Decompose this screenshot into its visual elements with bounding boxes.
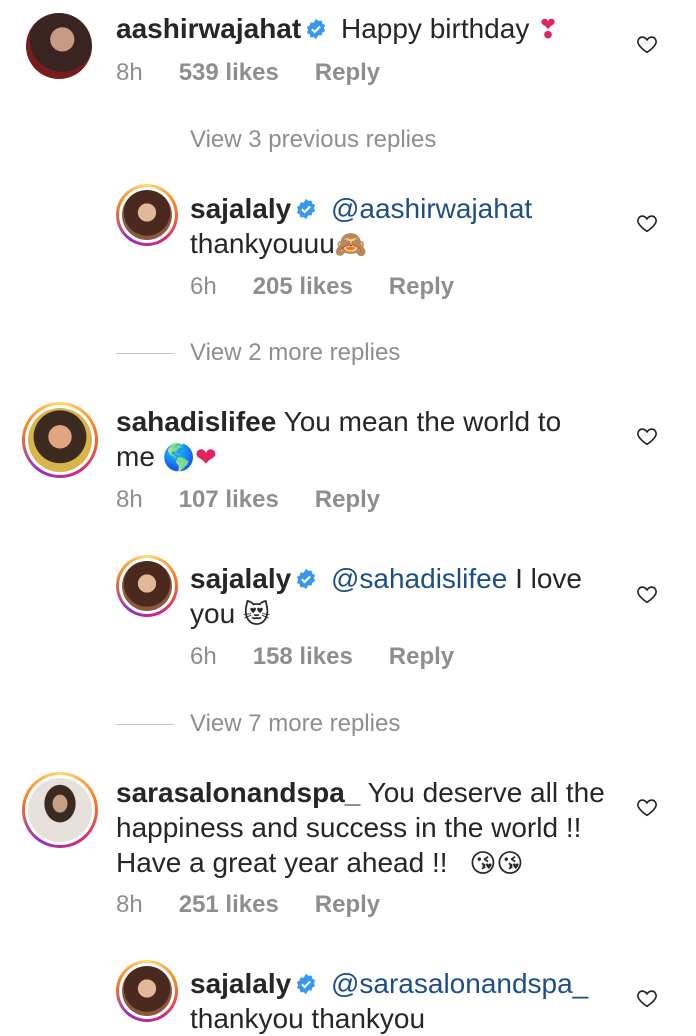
comment-body-line3: Have a great year ahead !! 😘😘 (116, 845, 524, 882)
avatar[interactable] (116, 184, 178, 246)
avatar-image (122, 561, 172, 611)
comment-time: 6h (190, 273, 217, 300)
comment-meta: 8h 107 likes Reply (116, 486, 416, 514)
comment-body: sajalaly @aashirwajahat (190, 191, 532, 226)
reply-button[interactable]: Reply (315, 486, 380, 513)
reply-button[interactable]: Reply (389, 273, 454, 300)
username[interactable]: sarasalonandspa_ (116, 777, 360, 808)
view-more-replies[interactable]: View 2 more replies (116, 339, 400, 367)
heart-outline-icon[interactable] (636, 212, 658, 234)
avatar[interactable] (116, 555, 178, 617)
heart-outline-icon[interactable] (636, 33, 658, 55)
comment-time: 8h (116, 891, 143, 918)
avatar-image (28, 408, 92, 472)
comment-meta: 8h 539 likes Reply (116, 59, 416, 87)
comment-text: thankyouuu (190, 228, 335, 259)
comment-meta: 8h 251 likes Reply (116, 891, 416, 919)
likes-count[interactable]: 539 likes (179, 59, 279, 86)
comment-text-2: happiness and success in the world !! (116, 812, 582, 843)
avatar[interactable] (22, 772, 98, 848)
username[interactable]: sahadislifee (116, 406, 276, 437)
comment-body: aashirwajahat Happy birthday ❣ (116, 11, 559, 48)
avatar[interactable] (22, 402, 98, 478)
username[interactable]: sajalaly (190, 968, 291, 999)
avatar-image (122, 966, 172, 1016)
comment-body: sarasalonandspa_ You deserve all the (116, 775, 605, 810)
comment-text: Happy birthday (340, 13, 530, 44)
verified-badge-icon (297, 568, 316, 590)
comment-time: 6h (190, 643, 217, 670)
view-replies-label: View 7 more replies (190, 710, 401, 737)
comment-text-3: Have a great year ahead !! (116, 847, 448, 878)
mention-link[interactable]: @aashirwajahat (331, 193, 532, 224)
verified-badge-icon (297, 973, 316, 995)
comment-time: 8h (116, 486, 143, 513)
heart-outline-icon[interactable] (636, 583, 658, 605)
globe-heart-emoji: 🌎❤ (162, 443, 217, 473)
comment-text: thankyou thankyou (190, 1003, 426, 1034)
comment-body: sahadislifee You mean the world to (116, 404, 561, 439)
monkey-emoji: 🙈 (334, 230, 368, 260)
comment-text: You deserve all the (367, 777, 605, 808)
thread-line (116, 353, 174, 355)
verified-badge-icon (297, 198, 316, 220)
reply-button[interactable]: Reply (315, 59, 380, 86)
verified-badge-icon (307, 18, 326, 40)
heart-outline-icon[interactable] (636, 796, 658, 818)
heart-exclamation-emoji: ❣ (537, 15, 559, 45)
likes-count[interactable]: 107 likes (179, 486, 279, 513)
likes-count[interactable]: 158 likes (253, 643, 353, 670)
username[interactable]: sajalaly (190, 193, 291, 224)
comment-time: 8h (116, 59, 143, 86)
thread-line (116, 724, 174, 726)
comment-body-line2: happiness and success in the world !! (116, 810, 581, 845)
avatar-image (122, 190, 172, 240)
comment-meta: 6h 158 likes Reply (190, 643, 490, 671)
comment-body: sajalaly @sahadislifee I love (190, 561, 582, 596)
likes-count[interactable]: 205 likes (253, 273, 353, 300)
comment-text: You mean the world to (283, 406, 562, 437)
comment-body: sajalaly @sarasalonandspa_ (190, 966, 588, 1001)
comment-body-line2: me 🌎❤ (116, 439, 217, 476)
avatar[interactable] (26, 13, 92, 79)
comment-text: I love (515, 563, 583, 594)
reply-button[interactable]: Reply (389, 643, 454, 670)
comment-body-line2: thankyou thankyou (190, 1001, 425, 1036)
heart-outline-icon[interactable] (636, 425, 658, 447)
username[interactable]: sajalaly (190, 563, 291, 594)
view-previous-replies[interactable]: View 3 previous replies (190, 126, 436, 154)
avatar[interactable] (116, 960, 178, 1022)
reply-button[interactable]: Reply (315, 891, 380, 918)
likes-count[interactable]: 251 likes (179, 891, 279, 918)
comment-body-line2: thankyouuu🙈 (190, 226, 367, 263)
mention-link[interactable]: @sahadislifee (331, 563, 507, 594)
heart-outline-icon[interactable] (636, 987, 658, 1009)
comment-body-line2: you 😻 (190, 596, 270, 633)
view-more-replies[interactable]: View 7 more replies (116, 710, 400, 738)
kiss-face-emoji: 😘😘 (469, 849, 524, 879)
mention-link[interactable]: @sarasalonandspa_ (331, 968, 588, 999)
avatar-image (26, 13, 92, 79)
comment-meta: 6h 205 likes Reply (190, 273, 490, 301)
avatar-image (28, 778, 92, 842)
comment-text-2: me (116, 441, 155, 472)
comment-text-2: you (190, 598, 236, 629)
view-replies-label: View 3 previous replies (190, 126, 437, 153)
view-replies-label: View 2 more replies (190, 339, 401, 366)
username[interactable]: aashirwajahat (116, 13, 301, 44)
heart-eyes-cat-emoji: 😻 (242, 600, 271, 630)
